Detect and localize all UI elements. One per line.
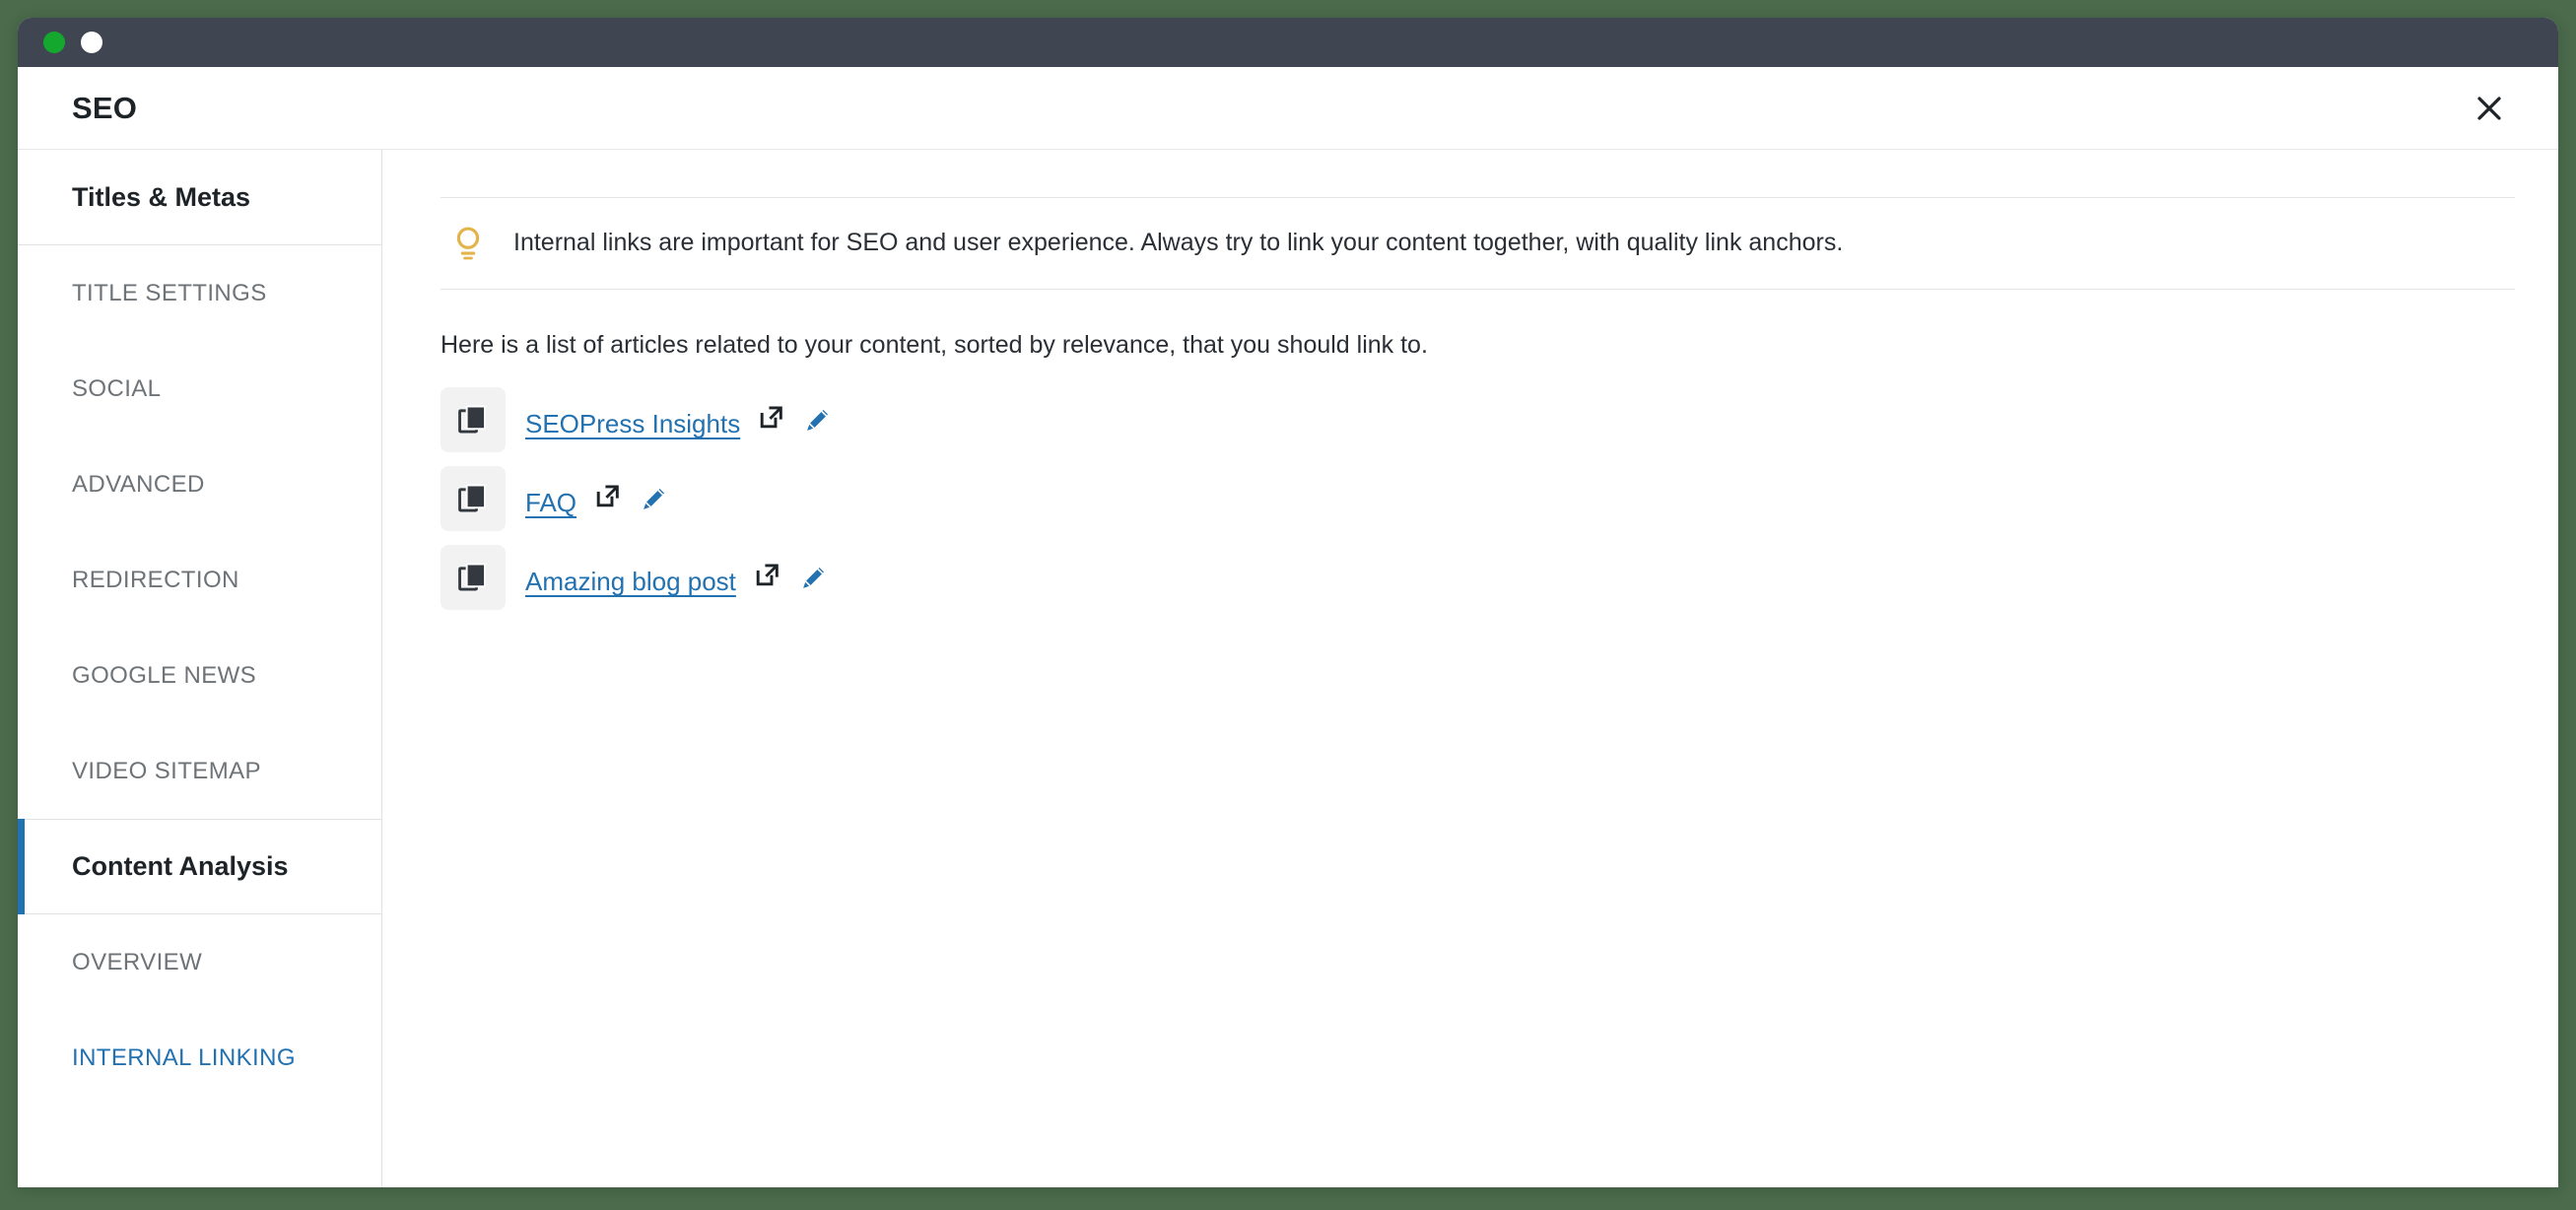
sidebar-item-video-sitemap[interactable]: VIDEO SITEMAP bbox=[18, 723, 381, 819]
window-titlebar bbox=[18, 18, 2558, 67]
lightbulb-icon bbox=[450, 224, 486, 263]
article-title-link[interactable]: FAQ bbox=[525, 490, 576, 515]
pages-copy-icon bbox=[441, 466, 506, 531]
modal-body: Titles & Metas TITLE SETTINGS SOCIAL ADV… bbox=[18, 150, 2558, 1187]
article-main: SEOPress Insights bbox=[525, 403, 833, 437]
sidebar-item-overview[interactable]: OVERVIEW bbox=[18, 914, 381, 1010]
sidebar-item-label: SOCIAL bbox=[72, 374, 162, 402]
list-item: Amazing blog post bbox=[441, 539, 2515, 616]
sidebar-item-title-settings[interactable]: TITLE SETTINGS bbox=[18, 245, 381, 341]
tip-text: Internal links are important for SEO and… bbox=[513, 229, 1844, 257]
pencil-glyph bbox=[803, 568, 824, 588]
pencil-glyph bbox=[807, 410, 829, 431]
sidebar-item-redirection[interactable]: REDIRECTION bbox=[18, 532, 381, 628]
sidebar-item-label: TITLE SETTINGS bbox=[72, 279, 267, 306]
sidebar-item-google-news[interactable]: GOOGLE NEWS bbox=[18, 628, 381, 723]
sidebar-item-social[interactable]: SOCIAL bbox=[18, 341, 381, 437]
lightbulb-glyph bbox=[456, 227, 480, 260]
sidebar-item-internal-linking[interactable]: INTERNAL LINKING bbox=[18, 1010, 381, 1106]
list-item: SEOPress Insights bbox=[441, 381, 2515, 458]
sidebar-item-label: Titles & Metas bbox=[72, 181, 251, 212]
tip-banner: Internal links are important for SEO and… bbox=[441, 197, 2515, 290]
pages-copy-glyph bbox=[458, 563, 487, 591]
pages-copy-glyph bbox=[458, 405, 487, 434]
close-glyph bbox=[2477, 96, 2501, 120]
pencil-glyph bbox=[644, 489, 665, 509]
related-articles-list: SEOPress Insights FAQ Amazing blog post bbox=[441, 381, 2515, 616]
pages-copy-icon bbox=[441, 545, 506, 610]
external-link-glyph bbox=[756, 564, 779, 586]
page-title: SEO bbox=[72, 90, 138, 125]
sidebar-item-content-analysis[interactable]: Content Analysis bbox=[18, 819, 381, 914]
list-item: FAQ bbox=[441, 460, 2515, 537]
pencil-icon[interactable] bbox=[803, 405, 833, 435]
pages-copy-icon bbox=[441, 387, 506, 452]
external-link-icon[interactable] bbox=[758, 403, 785, 431]
modal-header: SEO bbox=[18, 67, 2558, 150]
seo-modal-window: SEO Titles & Metas TITLE SETTINGS SOCIAL… bbox=[18, 18, 2558, 1187]
sidebar-item-advanced[interactable]: ADVANCED bbox=[18, 437, 381, 532]
sidebar-item-label: VIDEO SITEMAP bbox=[72, 757, 261, 784]
sidebar-item-label: GOOGLE NEWS bbox=[72, 661, 257, 689]
intro-text: Here is a list of articles related to yo… bbox=[441, 331, 1428, 359]
close-icon[interactable] bbox=[2464, 83, 2515, 134]
pencil-icon[interactable] bbox=[640, 484, 669, 513]
sidebar-nav: Titles & Metas TITLE SETTINGS SOCIAL ADV… bbox=[18, 150, 382, 1187]
sidebar-item-label: INTERNAL LINKING bbox=[72, 1043, 296, 1071]
pages-copy-glyph bbox=[458, 484, 487, 512]
external-link-glyph bbox=[596, 485, 619, 507]
maximize-dot[interactable] bbox=[81, 32, 102, 53]
main-content: Internal links are important for SEO and… bbox=[382, 150, 2558, 1187]
article-title-link[interactable]: Amazing blog post bbox=[525, 569, 736, 594]
sidebar-item-titles-metas[interactable]: Titles & Metas bbox=[18, 150, 381, 245]
sidebar-item-label: ADVANCED bbox=[72, 470, 205, 498]
external-link-icon[interactable] bbox=[754, 561, 781, 588]
sidebar-item-label: REDIRECTION bbox=[72, 566, 239, 593]
article-main: Amazing blog post bbox=[525, 561, 829, 594]
sidebar-item-label: Content Analysis bbox=[72, 851, 289, 881]
article-main: FAQ bbox=[525, 482, 669, 515]
sidebar-item-label: OVERVIEW bbox=[72, 948, 203, 975]
external-link-glyph bbox=[760, 406, 782, 429]
minimize-dot[interactable] bbox=[43, 32, 65, 53]
article-title-link[interactable]: SEOPress Insights bbox=[525, 411, 740, 437]
external-link-icon[interactable] bbox=[594, 482, 622, 509]
pencil-icon[interactable] bbox=[799, 563, 829, 592]
